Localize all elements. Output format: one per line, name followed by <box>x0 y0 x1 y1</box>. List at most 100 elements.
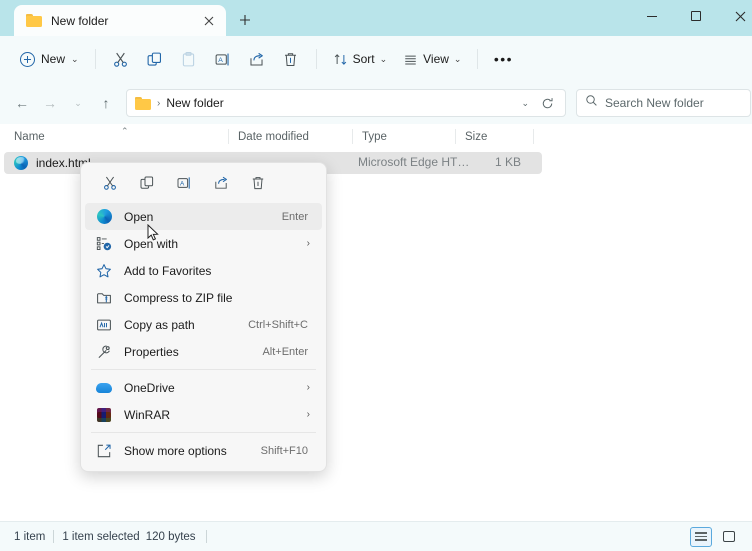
share-icon[interactable] <box>240 44 274 74</box>
context-menu-item-label: Add to Favorites <box>124 263 212 278</box>
view-toggle-group <box>690 526 740 547</box>
copy-icon[interactable] <box>130 168 164 198</box>
column-divider[interactable] <box>533 129 534 144</box>
column-divider[interactable] <box>455 129 456 144</box>
submenu-arrow-icon: › <box>306 238 310 249</box>
recent-locations-button[interactable]: ⌄ <box>64 89 92 117</box>
sort-button[interactable]: Sort ⌄ <box>325 44 396 74</box>
file-size-cell: 1 KB <box>495 155 522 169</box>
context-menu-item-open[interactable]: Open Enter <box>85 203 322 230</box>
search-box[interactable] <box>576 89 751 117</box>
divider <box>94 49 96 69</box>
context-menu-item-accelerator: Enter <box>281 210 308 223</box>
context-menu: A Open Enter Open with › Add to Favorite… <box>80 162 327 472</box>
share-icon[interactable] <box>204 168 238 198</box>
context-menu-item-label: Compress to ZIP file <box>124 290 233 305</box>
zip-folder-icon <box>89 290 119 306</box>
svg-text:A: A <box>218 57 223 64</box>
cut-icon[interactable] <box>104 44 138 74</box>
delete-icon[interactable] <box>274 44 308 74</box>
context-menu-item-accelerator: Ctrl+Shift+C <box>248 318 308 331</box>
column-header-name[interactable]: Name <box>14 124 45 149</box>
divider <box>53 530 55 543</box>
copy-path-icon <box>89 317 119 333</box>
edge-browser-icon <box>89 209 119 224</box>
rename-icon[interactable]: A <box>206 44 240 74</box>
status-item-count: 1 item <box>14 530 46 543</box>
minimize-button[interactable] <box>630 0 674 32</box>
column-header-row: Name ⌃ Date modified Type Size <box>0 124 752 149</box>
refresh-icon[interactable] <box>537 93 557 113</box>
delete-icon[interactable] <box>241 168 275 198</box>
column-header-type[interactable]: Type <box>362 124 387 149</box>
divider <box>205 530 207 543</box>
context-menu-item-accelerator: Alt+Enter <box>262 345 308 358</box>
details-view-icon[interactable] <box>690 526 712 547</box>
address-bar[interactable]: › New folder ⌄ <box>126 89 566 117</box>
context-menu-item-open-with[interactable]: Open with › <box>85 230 322 257</box>
svg-text:A: A <box>180 180 185 187</box>
folder-icon <box>135 96 151 110</box>
forward-button[interactable]: → <box>36 89 64 117</box>
folder-icon <box>26 14 42 27</box>
copy-icon[interactable] <box>138 44 172 74</box>
back-button[interactable]: ← <box>8 89 36 117</box>
new-button[interactable]: New ⌄ <box>12 44 87 74</box>
view-label: View <box>423 52 449 66</box>
address-bar-row: ← → ⌄ ↑ › New folder ⌄ <box>0 82 752 124</box>
plus-circle-icon <box>20 51 35 67</box>
chevron-down-icon: ⌄ <box>379 53 388 64</box>
command-bar: New ⌄ A Sort ⌄ View ⌄ ••• <box>0 36 752 82</box>
column-divider[interactable] <box>352 129 353 144</box>
context-menu-item-winrar[interactable]: WinRAR › <box>85 401 322 428</box>
context-menu-item-add-to-favorites[interactable]: Add to Favorites <box>85 257 322 284</box>
context-menu-item-label: Copy as path <box>124 317 195 332</box>
up-one-level-button[interactable]: ↑ <box>92 89 120 117</box>
title-bar: New folder <box>0 0 752 36</box>
context-menu-item-label: OneDrive <box>124 380 175 395</box>
tab-new-folder[interactable]: New folder <box>14 5 226 36</box>
large-icons-view-icon[interactable] <box>718 527 740 547</box>
status-selection-size: 120 bytes <box>145 530 196 543</box>
new-button-label: New <box>41 52 66 66</box>
tab-label: New folder <box>51 13 109 28</box>
breadcrumb-separator: › <box>157 97 161 109</box>
view-button[interactable]: View ⌄ <box>395 44 469 74</box>
onedrive-icon <box>89 382 119 393</box>
menu-divider <box>91 432 316 433</box>
status-bar: 1 item 1 item selected 120 bytes <box>0 521 752 551</box>
context-menu-item-compress-to-zip[interactable]: Compress to ZIP file <box>85 284 322 311</box>
submenu-arrow-icon: › <box>306 382 310 393</box>
cut-icon[interactable] <box>93 168 127 198</box>
chevron-down-icon[interactable]: ⌄ <box>521 98 529 109</box>
column-header-date-modified[interactable]: Date modified <box>238 124 309 149</box>
context-menu-item-copy-as-path[interactable]: Copy as path Ctrl+Shift+C <box>85 311 322 338</box>
maximize-button[interactable] <box>674 0 718 32</box>
paste-icon <box>172 44 206 74</box>
search-icon <box>585 94 598 112</box>
new-tab-button[interactable] <box>232 8 258 32</box>
star-icon <box>89 263 119 279</box>
column-divider[interactable] <box>228 129 229 144</box>
submenu-arrow-icon: › <box>306 409 310 420</box>
more-options-button[interactable]: ••• <box>486 44 520 74</box>
breadcrumb-current-folder[interactable]: New folder <box>166 96 223 110</box>
context-menu-item-accelerator: Shift+F10 <box>260 444 308 457</box>
context-menu-icon-row: A <box>81 163 326 203</box>
context-menu-item-label: WinRAR <box>124 407 171 422</box>
rename-icon[interactable]: A <box>167 168 201 198</box>
context-menu-item-label: Open <box>124 209 154 224</box>
winrar-icon <box>89 407 119 422</box>
context-menu-item-show-more-options[interactable]: Show more options Shift+F10 <box>85 437 322 464</box>
column-header-size[interactable]: Size <box>465 124 487 149</box>
open-with-icon <box>89 236 119 252</box>
tab-close-icon[interactable] <box>200 12 218 30</box>
search-input[interactable] <box>605 96 735 110</box>
wrench-icon <box>89 344 119 360</box>
sort-ascending-caret-icon: ⌃ <box>121 126 129 136</box>
file-explorer-window: New folder New ⌄ A Sort ⌄ View ⌄ ••• ← →… <box>0 0 752 551</box>
menu-divider <box>91 369 316 370</box>
context-menu-item-properties[interactable]: Properties Alt+Enter <box>85 338 322 365</box>
close-window-button[interactable] <box>718 0 752 32</box>
context-menu-item-onedrive[interactable]: OneDrive › <box>85 374 322 401</box>
